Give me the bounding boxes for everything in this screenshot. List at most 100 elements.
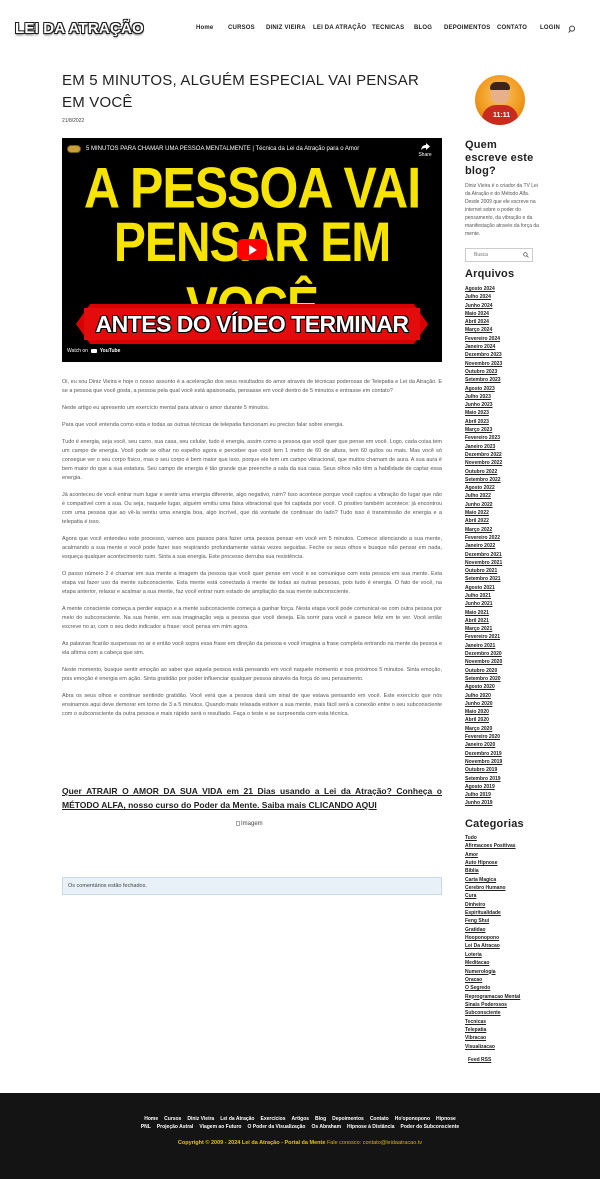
archive-link-outubro-2023[interactable]: Outubro 2023 bbox=[465, 368, 545, 376]
footer-link-hipnose-a-distancia[interactable]: Hipnose à Distância bbox=[347, 1124, 395, 1130]
footer-link-blog[interactable]: Blog bbox=[315, 1116, 326, 1122]
search-input[interactable] bbox=[466, 249, 524, 261]
category-link-espiritualidade[interactable]: Espiritualidade bbox=[465, 909, 545, 917]
archive-link-agosto-2023[interactable]: Agosto 2023 bbox=[465, 385, 545, 393]
contact-text[interactable]: Fale conosco: contato@leidaatracao.tv bbox=[327, 1140, 422, 1146]
archive-link-junho-2024[interactable]: Junho 2024 bbox=[465, 302, 545, 310]
archive-link-dezembro-2019[interactable]: Dezembro 2019 bbox=[465, 750, 545, 758]
category-link-loteria[interactable]: Loteria bbox=[465, 951, 545, 959]
category-link-auto-hipnose[interactable]: Auto Hipnose bbox=[465, 859, 545, 867]
archive-link-janeiro-2021[interactable]: Janeiro 2021 bbox=[465, 642, 545, 650]
archive-link-abril-2020[interactable]: Abril 2020 bbox=[465, 716, 545, 724]
archive-link-outubro-2022[interactable]: Outubro 2022 bbox=[465, 468, 545, 476]
play-button[interactable] bbox=[237, 239, 267, 260]
footer-link-poder-do-subconsciente[interactable]: Poder do Subconsciente bbox=[401, 1124, 460, 1130]
category-link-numerologia[interactable]: Numerologia bbox=[465, 968, 545, 976]
archive-link-marco-2020[interactable]: Março 2020 bbox=[465, 725, 545, 733]
footer-link-viagem-ao-futuro[interactable]: Viagem ao Futuro bbox=[199, 1124, 241, 1130]
archive-link-novembro-2019[interactable]: Novembro 2019 bbox=[465, 758, 545, 766]
archive-link-janeiro-2022[interactable]: Janeiro 2022 bbox=[465, 542, 545, 550]
footer-link-pnl[interactable]: PNL bbox=[141, 1124, 151, 1130]
archive-link-fevereiro-2022[interactable]: Fevereiro 2022 bbox=[465, 534, 545, 542]
category-link-tecnicas[interactable]: Tecnicas bbox=[465, 1018, 545, 1026]
archive-link-agosto-2020[interactable]: Agosto 2020 bbox=[465, 683, 545, 691]
archive-link-dezembro-2023[interactable]: Dezembro 2023 bbox=[465, 351, 545, 359]
archive-link-setembro-2022[interactable]: Setembro 2022 bbox=[465, 476, 545, 484]
nav-lei-da-atracao[interactable]: LEI DA ATRAÇÃO bbox=[313, 25, 366, 31]
archive-link-setembro-2021[interactable]: Setembro 2021 bbox=[465, 575, 545, 583]
archive-link-julho-2021[interactable]: Julho 2021 bbox=[465, 592, 545, 600]
footer-link-artigos[interactable]: Artigos bbox=[292, 1116, 310, 1122]
watch-on-youtube[interactable]: Watch on YouTube bbox=[67, 348, 120, 354]
share-button[interactable]: Share bbox=[418, 143, 432, 158]
archive-link-abril-2023[interactable]: Abril 2023 bbox=[465, 418, 545, 426]
video-title[interactable]: 5 MINUTOS PARA CHAMAR UMA PESSOA MENTALM… bbox=[86, 146, 359, 152]
archive-link-novembro-2022[interactable]: Novembro 2022 bbox=[465, 459, 545, 467]
cta-link[interactable]: Quer ATRAIR O AMOR DA SUA VIDA em 21 Dia… bbox=[62, 784, 442, 812]
nav-tecnicas[interactable]: TECNICAS bbox=[372, 25, 404, 31]
archive-link-maio-2021[interactable]: Maio 2021 bbox=[465, 609, 545, 617]
archive-link-maio-2022[interactable]: Maio 2022 bbox=[465, 509, 545, 517]
archive-link-junho-2023[interactable]: Junho 2023 bbox=[465, 401, 545, 409]
video-embed[interactable]: A PESSOA VAI PENSAR EM VOCÊ ANTES DO VÍD… bbox=[62, 138, 442, 362]
archive-link-marco-2022[interactable]: Março 2022 bbox=[465, 526, 545, 534]
archive-link-julho-2024[interactable]: Julho 2024 bbox=[465, 293, 545, 301]
channel-avatar[interactable] bbox=[67, 145, 81, 153]
archive-link-junho-2022[interactable]: Junho 2022 bbox=[465, 501, 545, 509]
archive-link-dezembro-2020[interactable]: Dezembro 2020 bbox=[465, 650, 545, 658]
category-link-reprogramacao-mental[interactable]: Reprogramacao Mental bbox=[465, 993, 545, 1001]
category-link-cerebro-humano[interactable]: Cerebro Humano bbox=[465, 884, 545, 892]
archive-link-julho-2020[interactable]: Julho 2020 bbox=[465, 692, 545, 700]
archive-link-outubro-2019[interactable]: Outubro 2019 bbox=[465, 766, 545, 774]
archive-link-fevereiro-2020[interactable]: Fevereiro 2020 bbox=[465, 733, 545, 741]
category-link-biblia[interactable]: Bíblia bbox=[465, 867, 545, 875]
footer-link-projecao-astral[interactable]: Projeção Astral bbox=[157, 1124, 194, 1130]
archive-link-maio-2020[interactable]: Maio 2020 bbox=[465, 708, 545, 716]
category-link-gratidao[interactable]: Gratidao bbox=[465, 926, 545, 934]
archive-link-setembro-2020[interactable]: Setembro 2020 bbox=[465, 675, 545, 683]
nav-contato[interactable]: CONTATO bbox=[497, 25, 527, 31]
footer-link-ho-oponopono[interactable]: Ho'oponopono bbox=[395, 1116, 430, 1122]
archive-link-outubro-2021[interactable]: Outubro 2021 bbox=[465, 567, 545, 575]
archive-link-outubro-2020[interactable]: Outubro 2020 bbox=[465, 667, 545, 675]
category-link-carta-magica[interactable]: Carta Magica bbox=[465, 876, 545, 884]
archive-link-julho-2023[interactable]: Julho 2023 bbox=[465, 393, 545, 401]
category-link-amor[interactable]: Amor bbox=[465, 851, 545, 859]
archive-link-abril-2024[interactable]: Abril 2024 bbox=[465, 318, 545, 326]
archive-link-julho-2022[interactable]: Julho 2022 bbox=[465, 492, 545, 500]
footer-link-home[interactable]: Home bbox=[144, 1116, 158, 1122]
footer-link-o-poder-da-visualizacao[interactable]: O Poder da Visualização bbox=[247, 1124, 305, 1130]
archive-link-junho-2021[interactable]: Junho 2021 bbox=[465, 600, 545, 608]
archive-link-julho-2019[interactable]: Julho 2019 bbox=[465, 791, 545, 799]
archive-link-janeiro-2023[interactable]: Janeiro 2023 bbox=[465, 443, 545, 451]
archive-link-novembro-2020[interactable]: Novembro 2020 bbox=[465, 658, 545, 666]
category-link-o-segredo[interactable]: O Segredo bbox=[465, 984, 545, 992]
nav-blog[interactable]: BLOG bbox=[414, 25, 432, 31]
category-link-dinheiro[interactable]: Dinheiro bbox=[465, 901, 545, 909]
category-link-cura[interactable]: Cura bbox=[465, 892, 545, 900]
nav-diniz-vieira[interactable]: DINIZ VIEIRA bbox=[266, 25, 306, 31]
nav-cursos[interactable]: CURSOS bbox=[228, 25, 255, 31]
archive-link-agosto-2022[interactable]: Agosto 2022 bbox=[465, 484, 545, 492]
footer-link-hipnose[interactable]: Hipnose bbox=[436, 1116, 456, 1122]
category-link-afirmacoes-positivas[interactable]: Afirmacoes Positivas bbox=[465, 842, 545, 850]
footer-link-exercicios[interactable]: Exercícios bbox=[261, 1116, 286, 1122]
archive-link-janeiro-2020[interactable]: Janeiro 2020 bbox=[465, 741, 545, 749]
category-link-feng-shui[interactable]: Feng Shui bbox=[465, 917, 545, 925]
archive-link-junho-2019[interactable]: Junho 2019 bbox=[465, 799, 545, 807]
archive-link-janeiro-2024[interactable]: Janeiro 2024 bbox=[465, 343, 545, 351]
category-link-hooponopono[interactable]: Hooponopono bbox=[465, 934, 545, 942]
archive-link-setembro-2019[interactable]: Setembro 2019 bbox=[465, 775, 545, 783]
archive-link-agosto-2024[interactable]: Agosto 2024 bbox=[465, 285, 545, 293]
category-link-subconsciente[interactable]: Subconsciente bbox=[465, 1009, 545, 1017]
nav-depoimentos[interactable]: DEPOIMENTOS bbox=[444, 25, 490, 31]
archive-link-maio-2024[interactable]: Maio 2024 bbox=[465, 310, 545, 318]
archive-link-fevereiro-2023[interactable]: Fevereiro 2023 bbox=[465, 434, 545, 442]
archive-link-marco-2021[interactable]: Março 2021 bbox=[465, 625, 545, 633]
archive-link-marco-2024[interactable]: Março 2024 bbox=[465, 326, 545, 334]
archive-link-dezembro-2021[interactable]: Dezembro 2021 bbox=[465, 551, 545, 559]
category-link-vibracao[interactable]: Vibracao bbox=[465, 1034, 545, 1042]
archive-link-abril-2022[interactable]: Abril 2022 bbox=[465, 517, 545, 525]
archive-link-fevereiro-2024[interactable]: Fevereiro 2024 bbox=[465, 335, 545, 343]
archive-link-maio-2023[interactable]: Maio 2023 bbox=[465, 409, 545, 417]
